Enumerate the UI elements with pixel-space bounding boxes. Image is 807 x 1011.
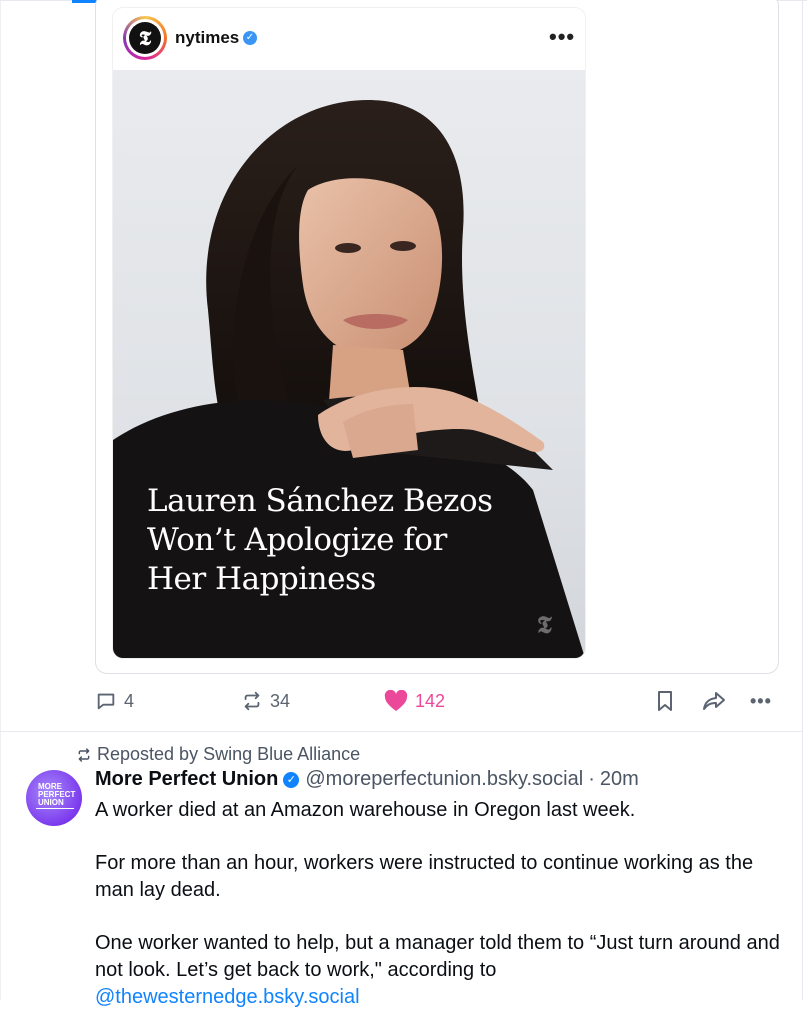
- left-border: [0, 0, 1, 1000]
- repost-label: Reposted by Swing Blue Alliance: [97, 744, 361, 764]
- account-name[interactable]: nytimes: [175, 28, 239, 48]
- repost-small-icon: [78, 747, 90, 762]
- verified-badge-icon: ✓: [283, 771, 300, 788]
- nyt-logo-icon: 𝕿: [129, 22, 161, 54]
- post-photo[interactable]: Lauren Sánchez Bezos Won’t Apologize for…: [113, 70, 585, 658]
- like-count: 142: [415, 690, 446, 711]
- post-meta: More Perfect Union ✓ @moreperfectunion.b…: [95, 768, 639, 791]
- post-divider: [0, 731, 802, 732]
- reply-button[interactable]: 4: [95, 686, 134, 716]
- bookmark-icon: [658, 691, 672, 711]
- headline-line-2: Won’t Apologize for: [147, 522, 447, 558]
- repost-icon: [244, 691, 260, 711]
- share-icon: [703, 692, 725, 710]
- verified-badge-icon: ✓: [243, 31, 257, 45]
- paragraph-3-text: One worker wanted to help, but a manager…: [95, 932, 780, 981]
- post-time[interactable]: 20m: [600, 768, 639, 791]
- nytimes-avatar[interactable]: 𝕿: [123, 16, 167, 60]
- share-button[interactable]: [702, 686, 726, 716]
- author-name[interactable]: More Perfect Union: [95, 768, 278, 791]
- author-handle[interactable]: @moreperfectunion.bsky.social: [305, 768, 583, 791]
- bookmark-button[interactable]: [655, 686, 675, 716]
- like-button[interactable]: 142: [384, 686, 445, 716]
- avatar-text-line-3: UNION: [38, 798, 64, 807]
- reply-count: 4: [124, 690, 135, 711]
- nyt-watermark-icon: 𝕿: [537, 610, 552, 639]
- author-avatar[interactable]: MORE PERFECT UNION: [26, 770, 82, 826]
- paragraph-1: A worker died at an Amazon warehouse in …: [95, 799, 636, 821]
- avatar-logo-text: MORE PERFECT UNION: [38, 783, 75, 807]
- repost-button[interactable]: 34: [241, 686, 290, 716]
- post-more-button[interactable]: •••: [750, 686, 772, 716]
- reply-icon: [97, 693, 115, 710]
- more-options-button[interactable]: •••: [549, 24, 575, 50]
- post-actions: 4 34 142 •••: [95, 686, 785, 716]
- instagram-embed[interactable]: 𝕿 nytimes ✓ ••• Lauren Sánchez Bezos Won…: [113, 8, 585, 658]
- paragraph-3: One worker wanted to help, but a manager…: [95, 930, 795, 1011]
- headline: Lauren Sánchez Bezos Won’t Apologize for…: [147, 482, 547, 599]
- headline-line-1: Lauren Sánchez Bezos: [147, 483, 493, 519]
- headline-line-3: Her Happiness: [147, 561, 376, 597]
- heart-icon: [384, 690, 408, 711]
- paragraph-2: For more than an hour, workers were inst…: [95, 852, 754, 901]
- repost-count: 34: [270, 690, 291, 711]
- avatar-underline: [35, 808, 75, 809]
- post-body: A worker died at an Amazon warehouse in …: [95, 797, 795, 1011]
- mention-link[interactable]: @thewesternedge.bsky.social: [95, 986, 360, 1008]
- meta-separator: ·: [588, 768, 595, 790]
- right-border: [802, 0, 803, 1000]
- embed-header: 𝕿 nytimes ✓ •••: [113, 8, 585, 70]
- repost-indicator[interactable]: Reposted by Swing Blue Alliance: [76, 744, 360, 765]
